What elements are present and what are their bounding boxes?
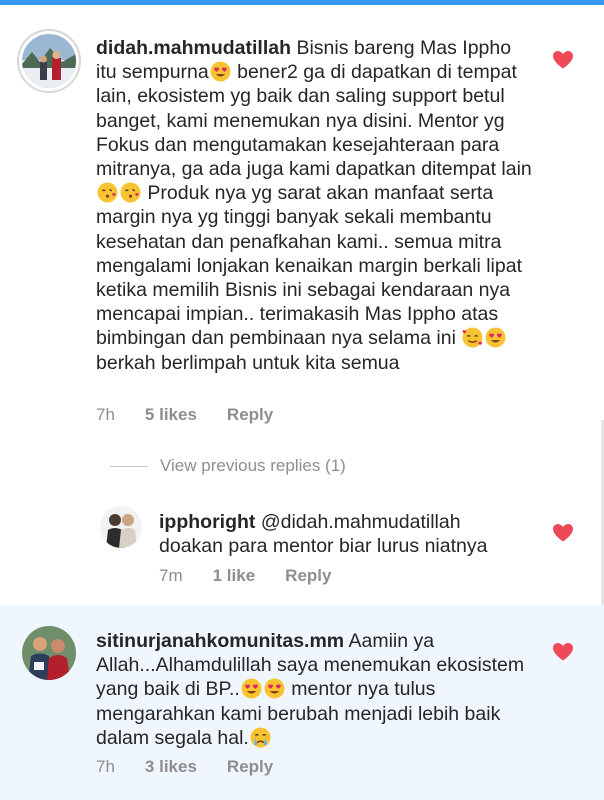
likes-count[interactable]: 3 likes [145, 757, 197, 777]
view-previous-replies[interactable]: View previous replies (1) [110, 456, 346, 476]
reply-button[interactable]: Reply [227, 757, 273, 777]
divider-line [110, 465, 148, 467]
likes-count[interactable]: 1 like [213, 566, 256, 586]
kissing-face-emoji-icon [120, 182, 141, 203]
comment-username[interactable]: didah.mahmudatillah [96, 37, 291, 59]
likes-count[interactable]: 5 likes [145, 405, 197, 425]
like-heart-icon[interactable] [553, 643, 573, 661]
comment-time: 7m [159, 566, 183, 585]
comment-text: sitinurjanahkomunitas.mm Aamiin ya Allah… [96, 630, 525, 749]
smiling-face-with-hearts-emoji-icon [462, 327, 483, 348]
kissing-face-emoji-icon [97, 182, 118, 203]
like-heart-icon[interactable] [553, 524, 573, 542]
comment-username[interactable]: ipphoright [159, 511, 255, 533]
avatar-photo [100, 506, 142, 548]
comment-time: 7h [96, 757, 115, 776]
heart-eyes-emoji-icon [210, 61, 231, 82]
comment-text: ipphoright @didah.mahmudatillah doakan p… [159, 511, 488, 558]
comment-text: didah.mahmudatillah Bisnis bareng Mas Ip… [96, 37, 532, 374]
comment-meta: 7m 1 like Reply [159, 566, 361, 586]
avatar-photo [22, 626, 76, 680]
heart-eyes-emoji-icon [264, 678, 285, 699]
reply-button[interactable]: Reply [285, 566, 331, 586]
avatar[interactable] [22, 626, 76, 680]
comment-meta: 7h 3 likes Reply [96, 757, 303, 777]
mention-link[interactable]: @didah.mahmudatillah [261, 511, 461, 533]
heart-eyes-emoji-icon [485, 327, 506, 348]
comment-time: 7h [96, 405, 115, 424]
top-accent-bar [0, 0, 604, 5]
comment-username[interactable]: sitinurjanahkomunitas.mm [96, 630, 344, 652]
heart-eyes-emoji-icon [241, 678, 262, 699]
crying-face-emoji-icon [250, 727, 271, 748]
avatar-photo [22, 34, 76, 88]
avatar[interactable] [100, 506, 142, 548]
reply-button[interactable]: Reply [227, 405, 273, 425]
avatar[interactable] [22, 34, 76, 88]
comment-meta: 7h 5 likes Reply [96, 405, 303, 425]
like-heart-icon[interactable] [553, 51, 573, 69]
